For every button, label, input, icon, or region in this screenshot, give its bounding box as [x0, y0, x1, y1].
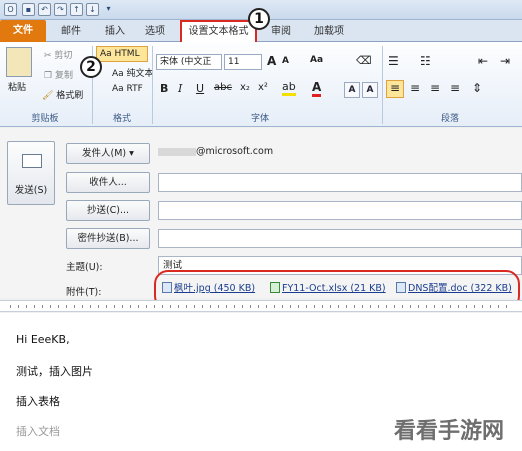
save-icon[interactable]: ▪ [22, 3, 35, 16]
group-separator [152, 46, 153, 124]
outlook-icon: O [4, 3, 17, 16]
bcc-field[interactable] [158, 229, 522, 248]
superscript-icon[interactable]: x² [258, 82, 268, 93]
plain-text-format-button[interactable]: Aa 纯文本 [112, 66, 154, 79]
line-spacing-icon[interactable]: ⇕ [472, 81, 482, 95]
format-painter-button[interactable]: 🖌 格式刷 [42, 88, 83, 101]
subject-label: 主题(U): [66, 262, 103, 273]
send-label: 发送(S) [14, 185, 48, 196]
subscript-icon[interactable]: x₂ [240, 82, 250, 93]
body-line: 插入表格 [16, 395, 60, 408]
ribbon: 粘贴 ✂ 剪切 ❐ 复制 🖌 格式刷 剪贴板 Aa HTML Aa 纯文本 Aa… [0, 42, 522, 127]
ruler-ticks [10, 305, 510, 308]
paste-button[interactable]: 粘贴 [8, 80, 26, 93]
tab-mail[interactable]: 邮件 [56, 22, 86, 41]
blurred-name [158, 147, 196, 156]
callout-badge-1: 1 [248, 8, 270, 30]
ruler [0, 300, 522, 312]
group-label-font: 字体 [250, 114, 269, 124]
message-body[interactable]: Hi EeeKB, 测试，插入图片 插入表格 插入文档 看看手游网 [0, 313, 522, 451]
group-separator [382, 46, 383, 124]
down-arrow-icon[interactable]: ↓ [86, 3, 99, 16]
brush-icon: 🖌 [42, 91, 57, 101]
copy-button[interactable]: ❐ 复制 [44, 68, 73, 81]
style-a2-icon[interactable]: A [362, 82, 378, 98]
attachment-item[interactable]: FY11-Oct.xlsx (21 KB) [270, 282, 386, 296]
body-line: 测试，插入图片 [16, 365, 93, 378]
decrease-indent-icon[interactable]: ⇤ [478, 54, 488, 68]
cc-field[interactable] [158, 201, 522, 220]
bullets-icon[interactable]: ☰ [388, 54, 399, 68]
up-arrow-icon[interactable]: ↑ [70, 3, 83, 16]
copy-icon: ❐ [44, 71, 55, 81]
undo-icon[interactable]: ↶ [38, 3, 51, 16]
redo-icon[interactable]: ↷ [54, 3, 67, 16]
tab-addins[interactable]: 加载项 [308, 22, 350, 41]
attach-label: 附件(T): [66, 287, 102, 298]
font-size-combo[interactable]: 11 [224, 54, 262, 70]
group-label-format: 格式 [112, 114, 131, 124]
increase-indent-icon[interactable]: ⇥ [500, 54, 510, 68]
html-format-button[interactable]: Aa HTML [96, 46, 148, 62]
cc-button[interactable]: 抄送(C)... [66, 200, 150, 221]
from-value: @microsoft.com [158, 146, 273, 157]
bcc-button[interactable]: 密件抄送(B)... [66, 228, 150, 249]
italic-icon[interactable]: I [178, 82, 182, 95]
word-file-icon [396, 282, 406, 293]
align-center-icon[interactable]: ≡ [410, 81, 420, 95]
clear-format-icon[interactable]: ⌫ [356, 54, 372, 67]
chevron-down-icon: ▾ [129, 148, 134, 159]
bold-icon[interactable]: B [160, 82, 168, 95]
paste-icon[interactable] [6, 47, 32, 77]
style-a-icon[interactable]: A [344, 82, 360, 98]
font-color-icon[interactable]: A [312, 80, 322, 97]
body-line: 插入文档 [16, 425, 60, 438]
customize-chevron-icon[interactable]: ▾ [102, 3, 115, 16]
underline-icon[interactable]: U [196, 82, 204, 95]
justify-icon[interactable]: ≡ [450, 81, 460, 95]
watermark: 看看手游网 [394, 419, 505, 444]
cut-button[interactable]: ✂ 剪切 [44, 48, 72, 61]
excel-file-icon [270, 282, 280, 293]
to-field[interactable] [158, 173, 522, 192]
tab-insert[interactable]: 插入 [100, 22, 130, 41]
callout-badge-2: 2 [80, 56, 102, 78]
image-file-icon [162, 282, 172, 293]
rtf-format-button[interactable]: Aa RTF [112, 84, 143, 94]
tab-review[interactable]: 审阅 [266, 22, 296, 41]
font-name-combo[interactable]: 宋体 (中文正 [156, 54, 222, 70]
from-button[interactable]: 发件人(M) ▾ [66, 143, 150, 164]
group-label-clipboard: 剪贴板 [31, 114, 59, 124]
attachment-item[interactable]: DNS配置.doc (322 KB) [396, 282, 512, 296]
group-label-paragraph: 段落 [440, 114, 459, 124]
send-button[interactable]: 发送(S) [7, 141, 55, 205]
tab-file[interactable]: 文件 [0, 20, 46, 42]
grow-font-button[interactable]: A [267, 54, 276, 68]
align-right-icon[interactable]: ≡ [430, 81, 440, 95]
scissors-icon: ✂ [44, 51, 55, 61]
tab-format-text[interactable]: 设置文本格式 [180, 20, 257, 42]
body-line: Hi EeeKB, [16, 333, 70, 346]
change-case-button[interactable]: Aa [310, 55, 323, 65]
align-left-icon[interactable]: ≡ [386, 80, 404, 98]
highlight-icon[interactable]: ab [282, 80, 296, 96]
attachment-item[interactable]: 枫叶.jpg (450 KB) [162, 282, 255, 296]
tab-options[interactable]: 选项 [140, 22, 170, 41]
shrink-font-button[interactable]: A [282, 56, 289, 66]
to-button[interactable]: 收件人... [66, 172, 150, 193]
strikethrough-icon[interactable]: abc [214, 82, 232, 93]
numbering-icon[interactable]: ☷ [420, 54, 431, 68]
send-envelope-icon [22, 154, 42, 168]
